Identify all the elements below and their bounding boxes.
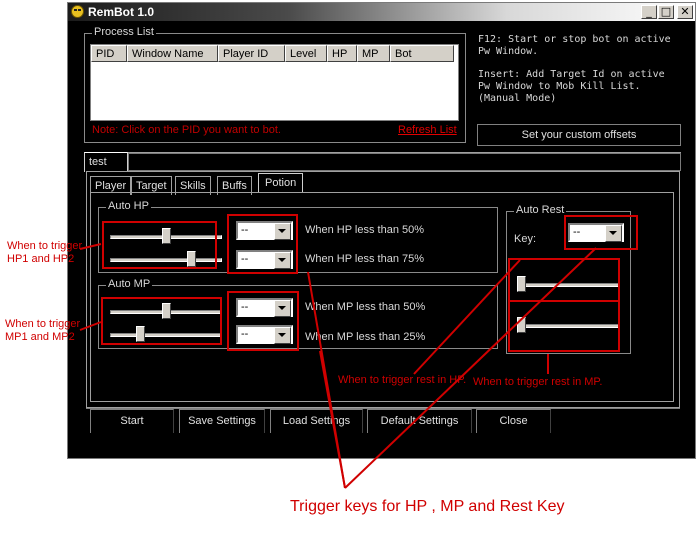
rest-hp-annotation: When to trigger rest in HP. xyxy=(338,374,467,386)
mp-trigger-annotation: When to trigger MP1 and MP2 xyxy=(5,318,81,343)
trigger-keys-annotation: Trigger keys for HP , MP and Rest Key xyxy=(290,498,565,515)
hp-trigger-annotation: When to trigger HP1 and HP2 xyxy=(7,240,83,265)
rest-mp-annotation: When to trigger rest in MP. xyxy=(473,376,603,388)
annotation-lines xyxy=(79,243,620,489)
